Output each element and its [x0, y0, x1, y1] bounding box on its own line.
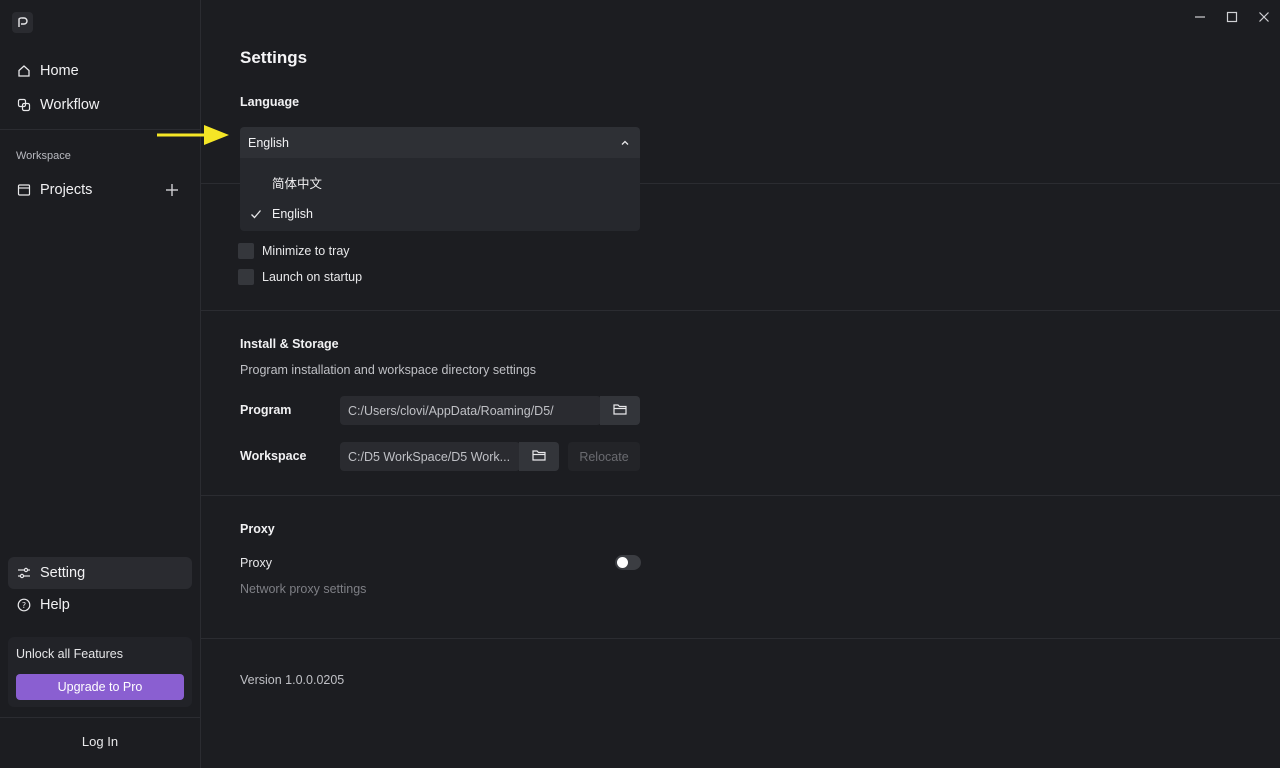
language-dropdown: 简体中文 English — [240, 158, 640, 231]
app-logo-icon — [12, 12, 33, 33]
launch-on-startup-checkbox[interactable] — [238, 269, 254, 285]
language-select-value: English — [248, 135, 289, 150]
help-icon: ? — [16, 597, 32, 613]
upgrade-card-title: Unlock all Features — [16, 647, 123, 661]
proxy-toggle-knob — [617, 557, 628, 568]
nav-projects-label: Projects — [40, 182, 93, 198]
folder-icon — [532, 449, 546, 464]
upgrade-to-pro-button[interactable]: Upgrade to Pro — [16, 674, 184, 700]
nav-help[interactable]: ? Help — [8, 589, 192, 621]
folder-icon — [613, 403, 627, 418]
sliders-icon — [16, 565, 32, 581]
nav-projects[interactable]: Projects — [8, 174, 192, 206]
program-path-field[interactable]: C:/Users/clovi/AppData/Roaming/D5/ — [340, 396, 601, 425]
proxy-toggle[interactable] — [615, 555, 641, 570]
language-option[interactable]: English — [240, 198, 640, 230]
proxy-description: Network proxy settings — [240, 582, 367, 596]
relocate-button[interactable]: Relocate — [568, 442, 640, 471]
language-heading: Language — [240, 95, 300, 109]
nav-workflow[interactable]: Workflow — [8, 89, 192, 121]
section-divider — [201, 310, 1280, 311]
add-project-icon[interactable] — [164, 182, 180, 198]
settings-panel: Settings Language Minimize to tray Launc… — [201, 0, 1280, 768]
workspace-label: Workspace — [240, 449, 307, 463]
nav-help-label: Help — [40, 597, 70, 613]
svg-text:?: ? — [22, 601, 26, 610]
version-text: Version 1.0.0.0205 — [240, 673, 345, 687]
section-divider — [201, 638, 1280, 639]
workflow-icon — [16, 97, 32, 113]
minimize-to-tray-checkbox[interactable] — [238, 243, 254, 259]
nav-home-label: Home — [40, 63, 79, 79]
upgrade-card: Unlock all Features Upgrade to Pro — [8, 637, 192, 707]
launch-on-startup-row[interactable]: Launch on startup — [238, 269, 362, 285]
sidebar-bottom-divider — [0, 717, 200, 718]
install-storage-description: Program installation and workspace direc… — [240, 363, 536, 377]
language-option-label: English — [272, 207, 313, 221]
workspace-folder-button[interactable] — [519, 442, 559, 471]
language-select[interactable]: English — [240, 127, 640, 158]
language-option[interactable]: 简体中文 — [240, 166, 640, 198]
proxy-heading: Proxy — [240, 522, 275, 536]
home-icon — [16, 63, 32, 79]
page-title: Settings — [240, 48, 308, 67]
annotation-arrow-icon — [156, 124, 230, 146]
projects-icon — [16, 182, 32, 198]
minimize-to-tray-row[interactable]: Minimize to tray — [238, 243, 350, 259]
workspace-section-label: Workspace — [16, 150, 71, 162]
chevron-up-icon — [620, 137, 630, 147]
nav-setting[interactable]: Setting — [8, 557, 192, 589]
section-divider — [201, 495, 1280, 496]
login-button[interactable]: Log In — [0, 734, 200, 749]
language-option-label: 简体中文 — [272, 176, 323, 191]
minimize-to-tray-label: Minimize to tray — [262, 244, 350, 258]
program-label: Program — [240, 403, 292, 417]
program-folder-button[interactable] — [600, 396, 640, 425]
install-storage-heading: Install & Storage — [240, 337, 339, 351]
nav-workflow-label: Workflow — [40, 97, 100, 113]
nav-home[interactable]: Home — [8, 55, 192, 87]
check-icon — [250, 208, 262, 220]
nav-setting-label: Setting — [40, 565, 86, 581]
workspace-path-field[interactable]: C:/D5 WorkSpace/D5 Work... — [340, 442, 520, 471]
sidebar: Home Workflow Workspace Projects Setting… — [0, 0, 201, 768]
launch-on-startup-label: Launch on startup — [262, 270, 363, 284]
proxy-label: Proxy — [240, 556, 272, 570]
